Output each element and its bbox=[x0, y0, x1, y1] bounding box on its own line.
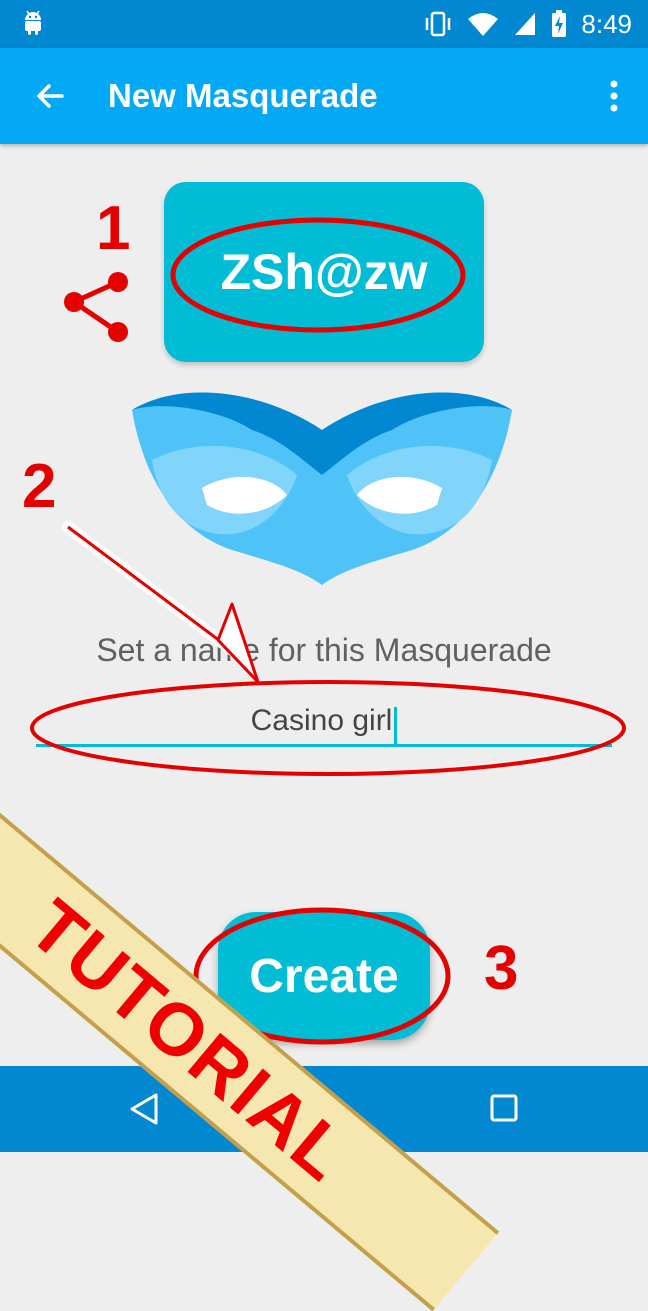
name-prompt: Set a name for this Masquerade bbox=[96, 632, 552, 668]
name-input[interactable]: Casino girl bbox=[36, 692, 612, 747]
nav-back-icon[interactable] bbox=[128, 1092, 160, 1126]
share-icon[interactable] bbox=[62, 266, 132, 346]
status-time: 8:49 bbox=[581, 8, 632, 39]
wifi-icon bbox=[468, 13, 499, 36]
text-cursor bbox=[394, 706, 398, 745]
step-3-label: 3 bbox=[484, 934, 519, 1003]
android-icon bbox=[25, 10, 41, 35]
back-arrow-icon[interactable] bbox=[28, 74, 72, 118]
nav-recents-icon[interactable] bbox=[490, 1094, 518, 1122]
masquerade-code-card[interactable]: ZSh@zw bbox=[164, 182, 484, 362]
masquerade-code: ZSh@zw bbox=[220, 244, 428, 300]
signal-icon bbox=[515, 13, 536, 35]
status-bar: 8:49 bbox=[0, 0, 648, 48]
step-2-label: 2 bbox=[22, 452, 57, 521]
mask-icon bbox=[132, 392, 512, 585]
battery-icon bbox=[552, 10, 567, 37]
create-button[interactable]: Create bbox=[218, 912, 430, 1040]
page-title: New Masquerade bbox=[108, 77, 378, 114]
tutorial-banner: TUTORIAL bbox=[0, 768, 500, 1311]
vibrate-icon bbox=[426, 11, 451, 37]
name-input-value: Casino girl bbox=[250, 704, 393, 737]
create-button-label: Create bbox=[249, 949, 399, 1003]
app-bar: New Masquerade bbox=[0, 48, 648, 144]
more-vert-icon[interactable] bbox=[602, 74, 626, 118]
step-1-label: 1 bbox=[96, 194, 131, 263]
